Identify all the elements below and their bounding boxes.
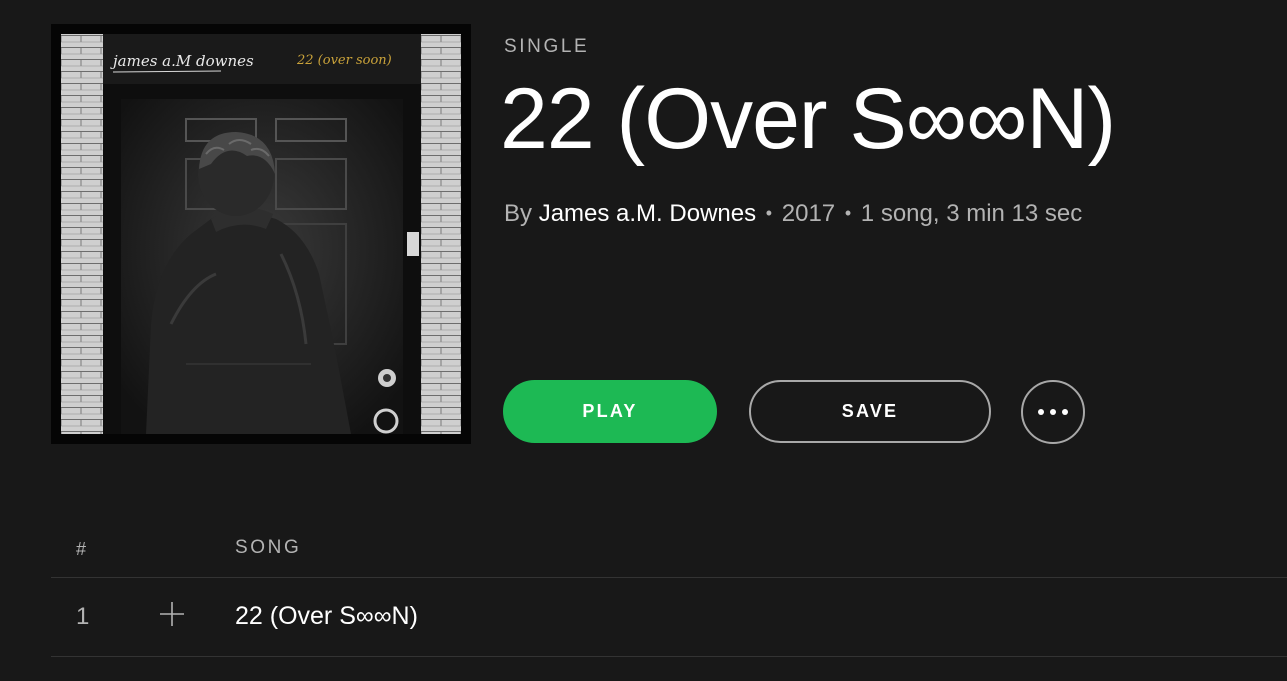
album-type-label: SINGLE xyxy=(504,36,590,57)
album-title: 22 (Over S∞∞N) xyxy=(500,71,1116,167)
album-cover-image: james a.M downes 22 (over soon) xyxy=(51,24,471,444)
save-button[interactable]: SAVE xyxy=(749,380,991,443)
cover-title-handwriting: 22 (over soon) xyxy=(296,53,392,68)
more-horizontal-icon xyxy=(1038,409,1068,415)
track-row[interactable]: 1 22 (Over S∞∞N) xyxy=(51,578,1287,657)
album-summary: 1 song, 3 min 13 sec xyxy=(860,200,1083,227)
meta-separator: • xyxy=(765,203,773,223)
track-title: 22 (Over S∞∞N) xyxy=(235,602,418,630)
play-button[interactable]: PLAY xyxy=(503,380,717,443)
track-list: # SONG 1 22 (Over S∞∞N) xyxy=(51,527,1287,657)
track-list-header: # SONG xyxy=(51,527,1287,578)
release-year: 2017 xyxy=(781,200,836,227)
more-options-button[interactable] xyxy=(1021,380,1085,444)
album-page: james a.M downes 22 (over soon) SINGLE 2… xyxy=(0,0,1287,681)
album-meta: By James a.M. Downes • 2017 • 1 song, 3 … xyxy=(504,200,1082,228)
track-number: 1 xyxy=(76,603,90,630)
cover-artist-handwriting: james a.M downes xyxy=(110,52,254,70)
column-header-song[interactable]: SONG xyxy=(235,537,301,559)
artist-link[interactable]: James a.M. Downes xyxy=(539,200,756,227)
column-header-number: # xyxy=(76,539,88,559)
plus-icon[interactable] xyxy=(158,600,186,628)
by-prefix: By xyxy=(504,200,533,227)
meta-separator: • xyxy=(844,203,852,223)
